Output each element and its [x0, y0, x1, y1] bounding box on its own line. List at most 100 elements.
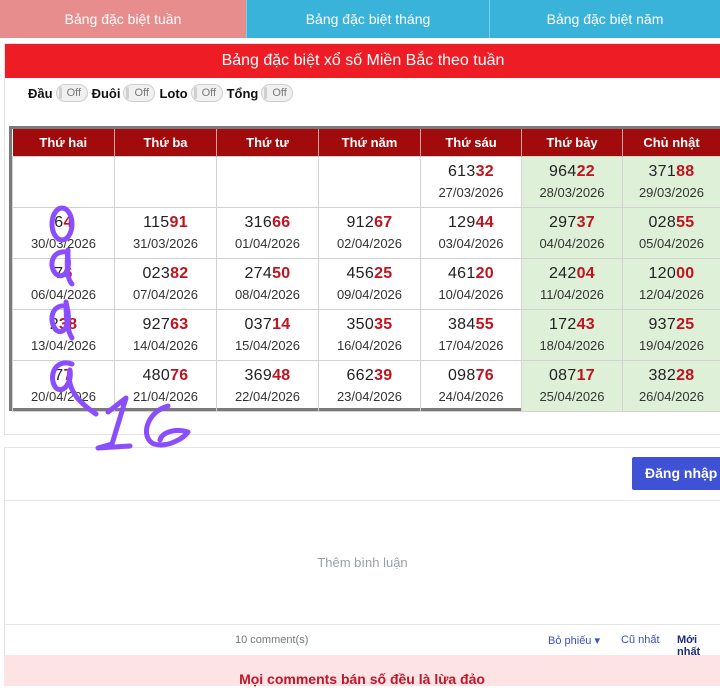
result-date: 29/03/2026	[623, 184, 720, 202]
result-head-digits: 384	[448, 316, 476, 333]
result-date: 15/04/2026	[217, 337, 318, 355]
result-number: 46120	[421, 264, 521, 284]
result-cell: 11591 31/03/2026	[115, 208, 217, 259]
header-wednesday: Thứ tư	[217, 129, 319, 157]
result-tail-digits: 55	[676, 214, 694, 231]
result-tail-digits: 28	[676, 367, 694, 384]
result-tail-digits: 7	[64, 367, 73, 384]
toggle-duoi[interactable]: Off	[123, 84, 155, 102]
result-cell: 3694822/04/2026	[217, 361, 319, 412]
result-number: 66239	[319, 366, 420, 386]
result-number: 38455	[421, 315, 521, 335]
toggle-state: Off	[202, 86, 216, 101]
result-head-digits: 7	[54, 367, 63, 384]
result-tail-digits: 04	[577, 265, 595, 282]
result-tail-digits: 55	[476, 316, 494, 333]
result-date: 18/04/2026	[522, 337, 622, 355]
tab-yearly[interactable]: Bảng đặc biệt năm	[489, 0, 720, 38]
result-date: 23/04/2026	[319, 388, 420, 406]
tab-weekly[interactable]: Bảng đặc biệt tuần	[0, 0, 246, 38]
result-cell: 64 30/03/2026	[13, 208, 115, 259]
result-head-digits: 382	[648, 367, 676, 384]
result-cell: 4612010/04/2026	[421, 259, 522, 310]
result-tail-digits: 00	[676, 265, 694, 282]
result-date: 21/04/2026	[115, 388, 216, 406]
result-date: 04/04/2026	[522, 235, 622, 253]
result-number: 91267	[319, 213, 420, 233]
result-date: 12/04/2026	[623, 286, 720, 304]
vote-sort-button[interactable]: Bỏ phiếu ▾	[548, 634, 600, 647]
result-number: 12944	[421, 213, 521, 233]
result-tail-digits: 37	[577, 214, 595, 231]
result-date: 24/04/2026	[421, 388, 521, 406]
result-number: 64	[13, 213, 114, 233]
result-date: 05/04/2026	[623, 235, 720, 253]
result-tail-digits: 50	[272, 265, 290, 282]
filter-bar: Đầu Off Đuôi Off Loto Off Tổng Off	[28, 82, 297, 104]
result-cell: 4562509/04/2026	[319, 259, 421, 310]
result-date: 01/04/2026	[217, 235, 318, 253]
result-cell: 1294403/04/2026	[421, 208, 522, 259]
result-number: 02855	[623, 213, 720, 233]
result-tail-digits: 39	[374, 367, 392, 384]
toggle-loto[interactable]: Off	[191, 84, 223, 102]
result-head-digits: 316	[244, 214, 272, 231]
result-cell: 37188 29/03/2026	[623, 157, 720, 208]
toggle-state: Off	[67, 86, 81, 101]
result-head-digits: 7	[54, 265, 63, 282]
result-cell: 7720/04/2026	[13, 361, 115, 412]
result-head-digits: 037	[244, 316, 272, 333]
table-row: 6133227/03/20269642228/03/20263718829/03…	[13, 157, 720, 208]
result-number: 38228	[623, 366, 720, 386]
toggle-state: Off	[134, 86, 148, 101]
table-header-row: Thứ hai Thứ ba Thứ tư Thứ năm Thứ sáu Th…	[13, 129, 720, 157]
panel-title: Bảng đặc biệt xổ số Miền Bắc theo tuần	[5, 44, 720, 78]
result-cell: 2420411/04/2026	[522, 259, 623, 310]
toggle-tong[interactable]: Off	[261, 84, 293, 102]
result-cell: 1724318/04/2026	[522, 310, 623, 361]
result-number: 08717	[522, 366, 622, 386]
result-date: 07/04/2026	[115, 286, 216, 304]
comment-input[interactable]: Thêm bình luận	[5, 500, 720, 625]
empty-cell	[115, 157, 217, 208]
result-number: 93725	[623, 315, 720, 335]
result-tail-digits: 91	[170, 214, 188, 231]
filter-label-loto: Loto	[159, 86, 187, 101]
result-number: 37188	[623, 162, 720, 182]
scam-warning-text: Mọi comments bán số đều là lừa đảo	[239, 671, 485, 687]
result-cell: 2745008/04/2026	[217, 259, 319, 310]
result-number: 45625	[319, 264, 420, 284]
result-tail-digits: 48	[272, 367, 290, 384]
result-head-digits: 098	[448, 367, 476, 384]
result-number: 36948	[217, 366, 318, 386]
result-cell: 29737 04/04/2026	[522, 208, 623, 259]
scam-warning-banner: Mọi comments bán số đều là lừa đảo	[4, 655, 720, 686]
result-number: 31666	[217, 213, 318, 233]
toggle-dau[interactable]: Off	[56, 84, 88, 102]
result-date: 31/03/2026	[115, 235, 216, 253]
header-friday: Thứ sáu	[421, 129, 522, 157]
result-date: 08/04/2026	[217, 286, 318, 304]
result-cell: 12000 12/04/2026	[623, 259, 720, 310]
comment-count: 10 comment(s)	[235, 634, 308, 646]
result-head-digits: 028	[648, 214, 676, 231]
empty-cell	[217, 157, 319, 208]
tab-monthly[interactable]: Bảng đặc biệt tháng	[246, 0, 489, 38]
result-cell: 31666 01/04/2026	[217, 208, 319, 259]
result-date: 30/03/2026	[13, 235, 114, 253]
sort-oldest-link[interactable]: Cũ nhất	[621, 634, 660, 646]
result-head-digits: 120	[648, 265, 676, 282]
result-cell: 3845517/04/2026	[421, 310, 522, 361]
header-thursday: Thứ năm	[319, 129, 421, 157]
filter-label-tong: Tổng	[227, 86, 259, 101]
login-button[interactable]: Đăng nhập	[632, 457, 720, 490]
result-cell: 9642228/03/2026	[522, 157, 623, 208]
result-tail-digits: 32	[476, 163, 494, 180]
result-head-digits: 242	[549, 265, 577, 282]
result-head-digits: 297	[549, 214, 577, 231]
table-row: 7606/04/20260238207/04/20262745008/04/20…	[13, 259, 720, 310]
result-tail-digits: 44	[476, 214, 494, 231]
results-table-frame: Thứ hai Thứ ba Thứ tư Thứ năm Thứ sáu Th…	[9, 126, 720, 411]
result-head-digits: 461	[448, 265, 476, 282]
result-number: 11591	[115, 213, 216, 233]
